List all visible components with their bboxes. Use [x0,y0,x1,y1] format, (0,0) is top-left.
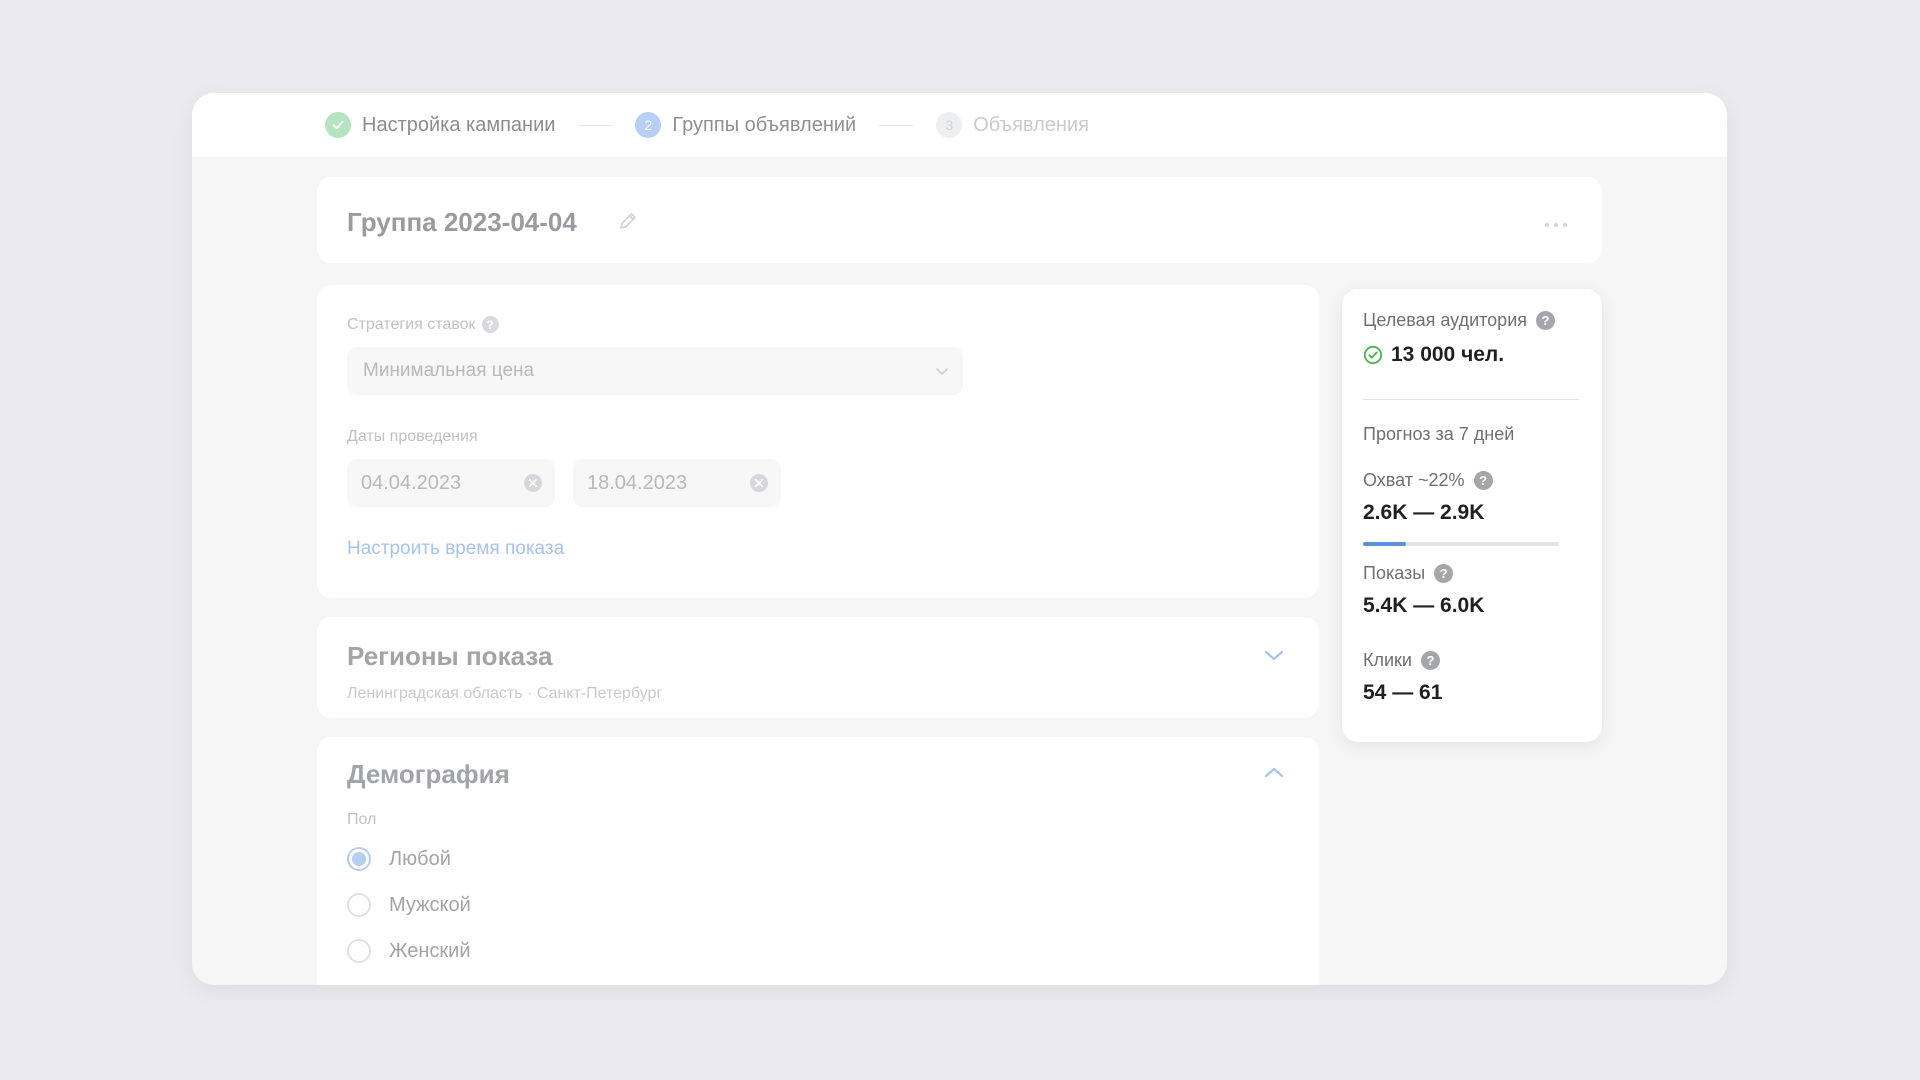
clear-icon[interactable] [749,473,769,499]
step-ad-groups[interactable]: 2 Группы объявлений [635,112,856,138]
group-settings-card: Стратегия ставок? Минимальная цена Даты … [317,285,1319,598]
end-date-value: 18.04.2023 [587,471,688,494]
target-audience-value: 13 000 чел. [1391,343,1505,366]
reach-progress-bar [1363,542,1559,546]
impressions-value: 5.4K — 6.0K [1363,594,1485,617]
group-header-card: Группа 2023-04-04 [317,177,1602,263]
target-audience-label: Целевая аудитория? [1363,310,1555,331]
forecast-period-label: Прогноз за 7 дней [1363,424,1515,444]
demography-title: Демография [347,759,510,789]
step-number-badge: 3 [936,112,963,138]
clear-icon[interactable] [523,473,543,499]
step-label: Объявления [973,113,1089,136]
help-icon[interactable]: ? [1434,564,1454,583]
bid-strategy-label-text: Стратегия ставок [347,316,476,333]
forecast-panel: Целевая аудитория? 13 000 чел. Прогноз з… [1342,289,1602,742]
target-audience-row: 13 000 чел. [1363,343,1504,367]
reach-label-text: Охват ~22% [1363,470,1465,490]
gender-option-female[interactable]: Женский [347,939,470,963]
step-number-badge: 2 [635,112,662,138]
radio-label: Мужской [389,893,471,916]
help-icon[interactable]: ? [481,316,499,334]
regions-summary: Ленинградская область · Санкт-Петербург [347,685,663,702]
clicks-label-text: Клики [1363,650,1412,670]
step-label: Настройка кампании [362,113,556,136]
bid-strategy-select[interactable]: Минимальная цена [347,347,963,395]
clicks-value: 54 — 61 [1363,681,1443,704]
start-date-value: 04.04.2023 [361,471,462,494]
step-campaign-settings[interactable]: Настройка кампании [325,112,555,138]
bid-strategy-label: Стратегия ставок? [347,316,499,334]
schedule-settings-link[interactable]: Настроить время показа [347,538,564,560]
radio-label: Женский [389,939,471,962]
end-date-input[interactable]: 18.04.2023 [573,459,781,507]
gender-label: Пол [347,811,377,828]
help-icon[interactable]: ? [1536,311,1555,330]
step-ads[interactable]: 3 Объявления [936,112,1089,138]
radio-button[interactable] [347,939,371,963]
bid-strategy-value: Минимальная цена [363,360,535,381]
radio-label: Любой [389,847,451,870]
dates-label: Даты проведения [347,428,478,445]
impressions-label-text: Показы [1363,563,1426,583]
step-separator [578,124,613,126]
group-title: Группа 2023-04-04 [347,207,577,237]
gender-option-any[interactable]: Любой [347,847,451,871]
campaign-editor-window: Настройка кампании 2 Группы объявлений 3… [192,93,1727,985]
regions-title: Регионы показа [347,641,553,671]
start-date-input[interactable]: 04.04.2023 [347,459,555,507]
chevron-down-icon[interactable] [1263,649,1285,668]
reach-progress-fill [1363,542,1407,546]
help-icon[interactable]: ? [1420,651,1440,670]
chevron-down-icon [933,362,951,386]
divider [1363,399,1579,400]
target-audience-label-text: Целевая аудитория [1363,310,1527,330]
radio-button[interactable] [347,847,371,871]
step-separator [879,124,914,126]
pencil-icon[interactable] [617,210,639,237]
stepper: Настройка кампании 2 Группы объявлений 3… [192,93,1727,157]
impressions-label: Показы? [1363,563,1454,584]
radio-button[interactable] [347,893,371,917]
step-label: Группы объявлений [672,113,857,136]
help-icon[interactable]: ? [1473,471,1493,490]
regions-section[interactable]: Регионы показа Ленинградская область · С… [317,617,1319,718]
reach-value: 2.6K — 2.9K [1363,501,1485,524]
reach-label: Охват ~22%? [1363,470,1493,491]
gender-option-male[interactable]: Мужской [347,893,471,917]
check-circle-icon [1363,345,1383,365]
more-options-icon[interactable] [1544,215,1568,233]
chevron-up-icon[interactable] [1263,765,1285,784]
clicks-label: Клики? [1363,650,1440,671]
check-icon [325,112,351,138]
demography-section: Демография Пол Любой Мужской Женский [317,737,1319,985]
